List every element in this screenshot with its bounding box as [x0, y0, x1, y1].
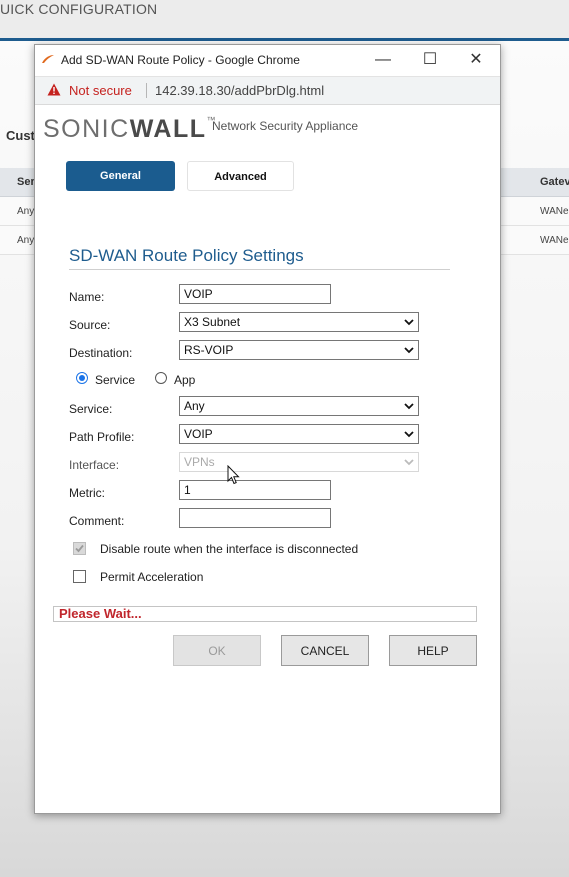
background-header: UICK CONFIGURATION: [0, 0, 569, 38]
interface-select-value: VPNs: [184, 455, 215, 469]
window-title: Add SD-WAN Route Policy - Google Chrome: [61, 53, 300, 67]
cancel-button[interactable]: CANCEL: [281, 635, 369, 666]
app-radio[interactable]: [155, 372, 167, 384]
background-table-cell: Any: [17, 235, 35, 246]
service-radio[interactable]: [76, 372, 88, 384]
close-button[interactable]: ✕: [461, 49, 491, 71]
disable-route-label: Disable route when the interface is disc…: [100, 542, 359, 556]
background-column-header[interactable]: Gatev: [540, 176, 569, 188]
interface-select: VPNs: [179, 452, 419, 472]
service-label: Service:: [69, 402, 113, 416]
name-input[interactable]: VOIP: [179, 284, 331, 304]
chevron-down-icon: [404, 459, 414, 466]
warning-icon[interactable]: [47, 83, 61, 96]
background-page-title: UICK CONFIGURATION: [0, 1, 158, 17]
section-divider: [69, 269, 450, 270]
path-profile-label: Path Profile:: [69, 430, 135, 444]
comment-label: Comment:: [69, 514, 125, 528]
chevron-down-icon: [404, 431, 414, 438]
source-label: Source:: [69, 318, 111, 332]
background-table-cell: Any: [17, 206, 35, 217]
product-subtitle: Network Security Appliance: [212, 119, 359, 133]
mouse-cursor-icon: [227, 465, 240, 485]
background-table-cell: WANe: [540, 235, 569, 246]
background-section-label: Cust: [6, 128, 35, 143]
path-profile-select[interactable]: VOIP: [179, 424, 419, 444]
sonicwall-logo: SONICWALL™: [43, 115, 217, 144]
comment-input[interactable]: [179, 508, 331, 528]
maximize-button[interactable]: ☐: [415, 49, 445, 71]
route-policy-dialog-window: Add SD-WAN Route Policy - Google Chrome …: [34, 44, 501, 814]
permit-acceleration-checkbox[interactable]: [73, 570, 86, 583]
service-select-value: Any: [184, 399, 205, 413]
destination-select-value: RS-VOIP: [184, 343, 234, 357]
window-titlebar[interactable]: Add SD-WAN Route Policy - Google Chrome …: [35, 45, 500, 76]
tab-general[interactable]: General: [66, 161, 175, 191]
logo-text-wall: WALL: [129, 115, 207, 143]
minimize-button[interactable]: —: [368, 49, 398, 71]
destination-select[interactable]: RS-VOIP: [179, 340, 419, 360]
chevron-down-icon: [404, 403, 414, 410]
metric-input[interactable]: 1: [179, 480, 331, 500]
security-indicator[interactable]: Not secure: [69, 83, 132, 98]
status-text: Please Wait...: [59, 606, 142, 621]
source-select[interactable]: X3 Subnet: [179, 312, 419, 332]
path-profile-select-value: VOIP: [184, 427, 213, 441]
tab-advanced[interactable]: Advanced: [187, 161, 294, 191]
source-select-value: X3 Subnet: [184, 315, 241, 329]
chevron-down-icon: [404, 347, 414, 354]
interface-label: Interface:: [69, 458, 120, 472]
ok-button[interactable]: OK: [173, 635, 261, 666]
service-radio-label[interactable]: Service: [95, 373, 135, 387]
background-column-header[interactable]: Ser: [17, 176, 35, 188]
url-text[interactable]: 142.39.18.30/addPbrDlg.html: [155, 83, 324, 98]
status-bar: Please Wait...: [53, 606, 477, 622]
address-bar[interactable]: Not secure 142.39.18.30/addPbrDlg.html: [35, 76, 500, 105]
address-divider: [146, 83, 147, 98]
app-radio-label[interactable]: App: [174, 373, 195, 387]
disable-route-checkbox: [73, 542, 86, 555]
sonicwall-favicon-icon: [42, 55, 54, 63]
logo-text-sonic: SONIC: [43, 115, 130, 143]
chevron-down-icon: [404, 319, 414, 326]
permit-acceleration-label[interactable]: Permit Acceleration: [100, 570, 203, 584]
name-label: Name:: [69, 290, 105, 304]
service-select[interactable]: Any: [179, 396, 419, 416]
metric-label: Metric:: [69, 486, 105, 500]
help-button[interactable]: HELP: [389, 635, 477, 666]
background-table-cell: WANe: [540, 206, 569, 217]
destination-label: Destination:: [69, 346, 133, 360]
checkmark-icon: [75, 544, 84, 553]
section-title: SD-WAN Route Policy Settings: [69, 246, 304, 265]
